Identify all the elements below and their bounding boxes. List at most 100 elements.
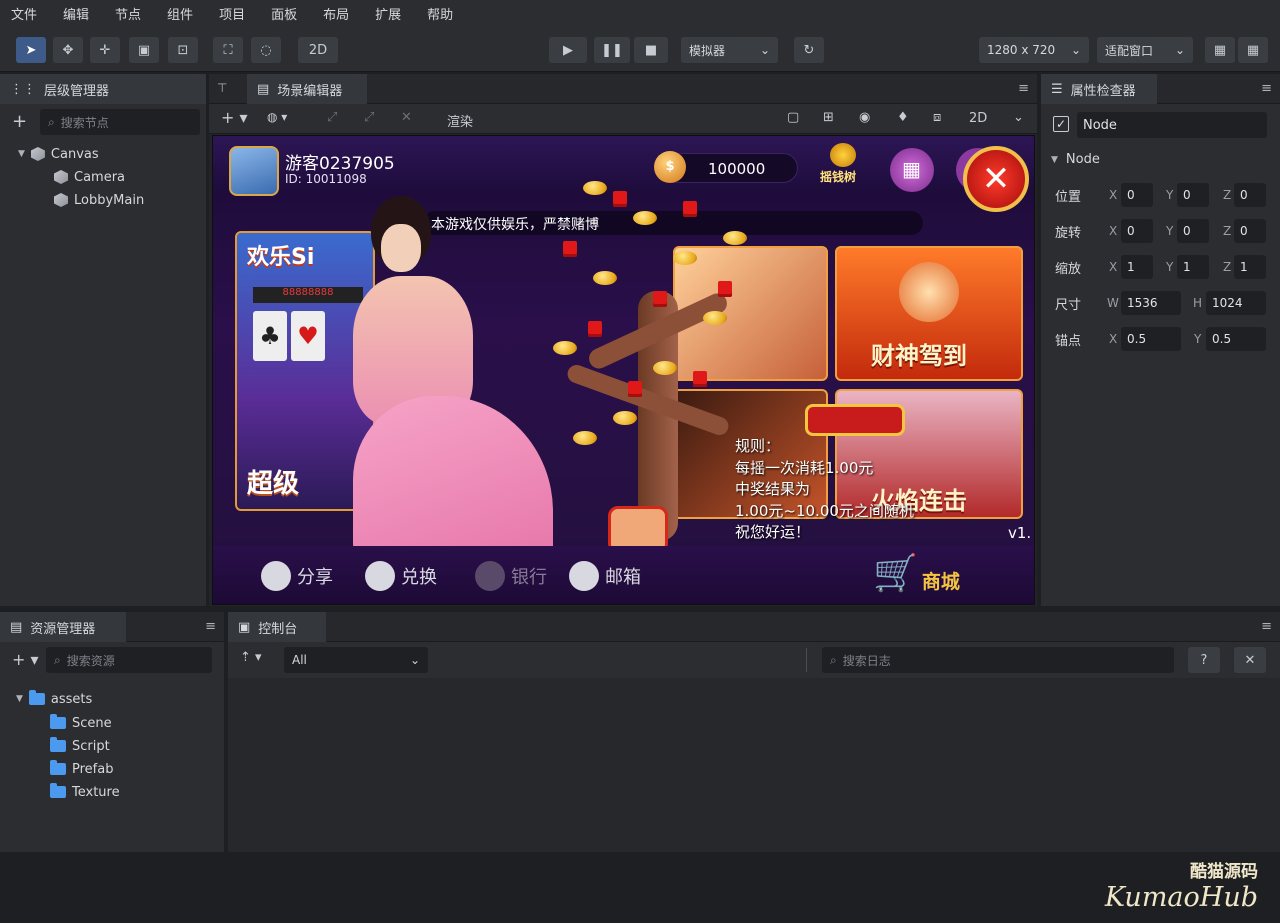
- expand-icon[interactable]: ⤢: [327, 110, 337, 125]
- pause-button[interactable]: ❚❚: [594, 37, 630, 63]
- folder-assets[interactable]: ▼ assets: [16, 688, 92, 710]
- tab-assets[interactable]: ▤ 资源管理器: [0, 612, 126, 642]
- z-axis-label: Z: [1223, 260, 1232, 274]
- layout-button-1[interactable]: ▦: [1205, 37, 1235, 63]
- menu-panel[interactable]: 面板: [264, 4, 304, 23]
- scale-tool-button[interactable]: ▣: [129, 37, 159, 63]
- expand-arrow-icon[interactable]: ▼: [16, 694, 23, 704]
- camera-icon[interactable]: ◉: [859, 110, 870, 125]
- expand-arrow-icon[interactable]: ▼: [18, 149, 25, 159]
- panel-menu-icon[interactable]: ≡: [1261, 81, 1272, 96]
- tree-node-lobbymain[interactable]: LobbyMain: [54, 189, 144, 211]
- collapse-icon[interactable]: ✕: [401, 110, 412, 125]
- bank-button[interactable]: 银行: [475, 561, 547, 591]
- resolution-select[interactable]: 1280 x 720 ⌄: [979, 37, 1089, 63]
- node-section-header[interactable]: ▼ Node: [1051, 152, 1100, 167]
- transform-tool-button[interactable]: ⛶: [213, 37, 243, 63]
- asset-search-input[interactable]: ⌕ 搜索资源: [46, 647, 212, 673]
- tab-console[interactable]: ▣ 控制台: [228, 612, 326, 642]
- position-y-field[interactable]: 0: [1177, 183, 1209, 207]
- tab-hierarchy[interactable]: ⋮⋮ 层级管理器: [0, 74, 206, 104]
- node-name-input[interactable]: Node: [1077, 112, 1267, 138]
- expand-icon[interactable]: ⤢: [364, 110, 374, 125]
- menu-extension[interactable]: 扩展: [368, 4, 408, 23]
- align-icon[interactable]: ⊞: [823, 110, 834, 125]
- menu-layout[interactable]: 布局: [316, 4, 356, 23]
- stop-button[interactable]: ■: [634, 37, 668, 63]
- log-search-input[interactable]: ⌕ 搜索日志: [822, 647, 1174, 673]
- game-viewport[interactable]: 游客0237905 ID: 10011098 $ 100000 摇钱树 ▦ ✕ …: [212, 135, 1035, 605]
- red-envelope-icon: [588, 321, 602, 337]
- anchor-y-field[interactable]: 0.5: [1206, 327, 1266, 351]
- preview-target-select[interactable]: 模拟器 ⌄: [681, 37, 778, 63]
- scale-z-field[interactable]: 1: [1234, 255, 1266, 279]
- panel-menu-icon[interactable]: ≡: [1261, 619, 1272, 634]
- node-active-checkbox[interactable]: ✓: [1053, 116, 1069, 132]
- menu-help[interactable]: 帮助: [420, 4, 460, 23]
- menu-node[interactable]: 节点: [108, 4, 148, 23]
- tree-node-camera[interactable]: Camera: [54, 166, 125, 188]
- rotate-tool-button[interactable]: ✛: [90, 37, 120, 63]
- frame-icon[interactable]: ▢: [787, 110, 799, 125]
- rect-tool-button[interactable]: ⊡: [168, 37, 198, 63]
- pivot-toggle-button[interactable]: ◌: [251, 37, 281, 63]
- shop-button[interactable]: 🛒 商城: [873, 554, 960, 594]
- light-icon[interactable]: ♦: [897, 110, 909, 125]
- view-mode-label[interactable]: 2D: [969, 111, 987, 126]
- help-button[interactable]: ?: [1188, 647, 1220, 673]
- folder-texture[interactable]: Texture: [50, 781, 120, 803]
- add-button[interactable]: + ▾: [221, 108, 248, 127]
- render-label[interactable]: 渲染: [447, 111, 473, 130]
- panel-menu-icon[interactable]: ≡: [1018, 81, 1029, 96]
- rotation-x-field[interactable]: 0: [1121, 219, 1153, 243]
- play-button[interactable]: ▶: [549, 37, 587, 63]
- image-icon[interactable]: ⧈: [933, 110, 941, 125]
- tree-node-canvas[interactable]: ▼ Canvas: [18, 143, 99, 165]
- move-tool-button[interactable]: ✥: [53, 37, 83, 63]
- scale-y-field[interactable]: 1: [1177, 255, 1209, 279]
- share-button[interactable]: 分享: [261, 561, 333, 591]
- rotation-z-field[interactable]: 0: [1234, 219, 1266, 243]
- card-god-of-wealth[interactable]: 财神驾到: [835, 246, 1023, 381]
- position-x-field[interactable]: 0: [1121, 183, 1153, 207]
- menu-project[interactable]: 项目: [212, 4, 252, 23]
- folder-script[interactable]: Script: [50, 735, 110, 757]
- node-cube-icon: [30, 147, 45, 161]
- console-log-area[interactable]: [228, 678, 1280, 852]
- money-tree-button[interactable]: 摇钱树: [818, 141, 868, 184]
- mail-button[interactable]: 邮箱: [569, 561, 641, 591]
- tab-inspector[interactable]: ☰ 属性检查器: [1041, 74, 1157, 104]
- add-node-button[interactable]: +: [12, 111, 27, 132]
- node-search-input[interactable]: ⌕ 搜索节点: [40, 109, 200, 135]
- folder-scene[interactable]: Scene: [50, 712, 112, 734]
- close-icon[interactable]: ✕: [963, 146, 1029, 212]
- menu-component[interactable]: 组件: [160, 4, 200, 23]
- layout-button-2[interactable]: ▦: [1238, 37, 1268, 63]
- tab-scene-editor[interactable]: ▤ 场景编辑器: [247, 74, 367, 104]
- fit-mode-select[interactable]: 适配窗口 ⌄: [1097, 37, 1193, 63]
- size-height-field[interactable]: 1024: [1206, 291, 1266, 315]
- scale-x-field[interactable]: 1: [1121, 255, 1153, 279]
- avatar[interactable]: [229, 146, 279, 196]
- add-asset-button[interactable]: + ▾: [12, 650, 39, 669]
- refresh-button[interactable]: ↻: [794, 37, 824, 63]
- pin-dropdown[interactable]: ⇡ ▾: [240, 650, 262, 665]
- clear-button[interactable]: ✕: [1234, 647, 1266, 673]
- 2d-toggle-button[interactable]: 2D: [298, 37, 338, 63]
- panel-menu-icon[interactable]: ≡: [205, 619, 216, 634]
- chevron-down-icon[interactable]: ⌄: [1013, 110, 1024, 125]
- log-search-placeholder: 搜索日志: [842, 653, 891, 668]
- position-z-field[interactable]: 0: [1234, 183, 1266, 207]
- menu-file[interactable]: 文件: [4, 4, 44, 23]
- anchor-x-field[interactable]: 0.5: [1121, 327, 1181, 351]
- gizmo-dropdown[interactable]: ◍ ▾: [267, 110, 287, 124]
- folder-label: Prefab: [72, 761, 114, 777]
- size-width-field[interactable]: 1536: [1121, 291, 1181, 315]
- exchange-button[interactable]: 兑换: [365, 561, 437, 591]
- folder-prefab[interactable]: Prefab: [50, 758, 113, 780]
- rotation-y-field[interactable]: 0: [1177, 219, 1209, 243]
- select-tool-button[interactable]: ➤: [16, 37, 46, 63]
- menu-edit[interactable]: 编辑: [56, 4, 96, 23]
- log-level-select[interactable]: All ⌄: [284, 647, 428, 673]
- gift-button[interactable]: ▦: [890, 148, 934, 192]
